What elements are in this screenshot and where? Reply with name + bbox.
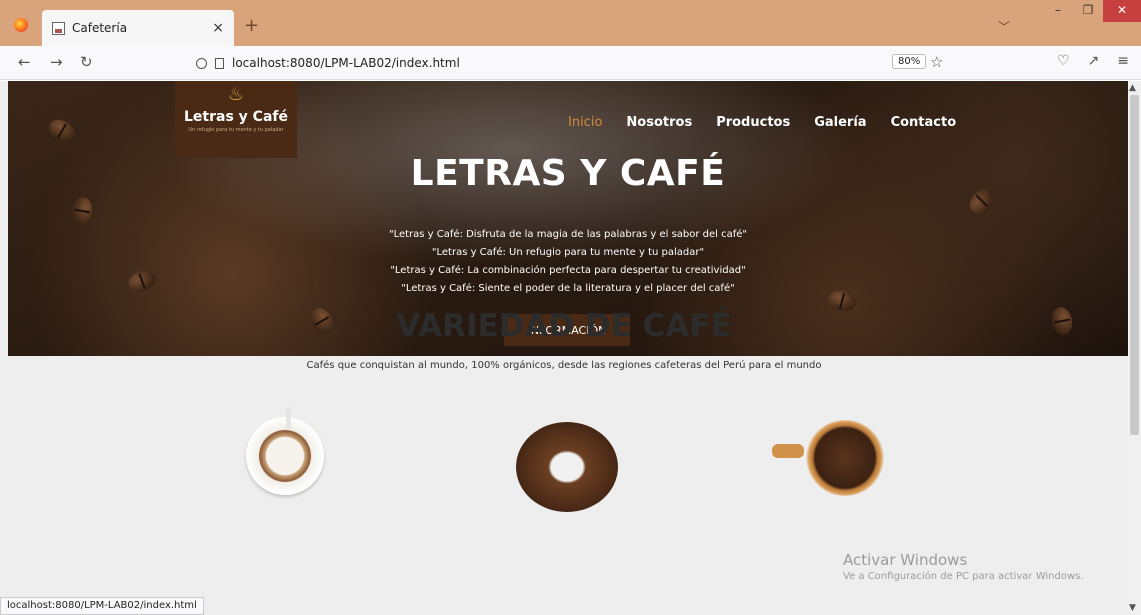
close-window-icon[interactable]: ✕ bbox=[1103, 0, 1141, 22]
logo-name: Letras y Café bbox=[184, 109, 288, 125]
hero-quotes: "Letras y Café: Disfruta de la magia de … bbox=[8, 226, 1128, 298]
bookmark-star-icon[interactable]: ☆ bbox=[930, 53, 943, 71]
restore-icon[interactable]: ❐ bbox=[1073, 0, 1103, 22]
browser-tab[interactable]: Cafetería × bbox=[42, 10, 234, 46]
coffee-beans-cup-image bbox=[516, 422, 618, 512]
new-tab-button[interactable]: + bbox=[244, 15, 259, 36]
main-menu: Inicio Nosotros Productos Galería Contac… bbox=[568, 115, 956, 130]
coffee-bean-decoration bbox=[69, 195, 95, 227]
mug-with-beans-image bbox=[772, 420, 884, 496]
cappuccino-image bbox=[246, 407, 324, 495]
status-bar-url: localhost:8080/LPM-LAB02/index.html bbox=[0, 597, 204, 615]
list-all-tabs-icon[interactable]: ﹀ bbox=[998, 18, 1010, 35]
window-controls: – ❐ ✕ bbox=[1043, 0, 1141, 22]
menu-item-contacto[interactable]: Contacto bbox=[891, 115, 957, 130]
page-info-icon[interactable] bbox=[215, 57, 224, 69]
menu-hamburger-icon[interactable]: ≡ bbox=[1117, 53, 1129, 69]
hero-title: LETRAS Y CAFÉ bbox=[410, 153, 726, 194]
menu-item-galeria[interactable]: Galería bbox=[814, 115, 866, 130]
quote-line: "Letras y Café: Siente el poder de la li… bbox=[401, 283, 735, 294]
forward-icon[interactable]: → bbox=[50, 53, 63, 71]
scroll-down-icon[interactable]: ▼ bbox=[1129, 603, 1136, 613]
coffee-bean-decoration bbox=[44, 115, 80, 147]
site-logo[interactable]: ♨ Letras y Café Un refugio para tu mente… bbox=[175, 81, 297, 158]
menu-item-nosotros[interactable]: Nosotros bbox=[626, 115, 692, 130]
logo-tagline: Un refugio para tu mente y tu paladar bbox=[188, 127, 284, 133]
scrollbar-thumb[interactable] bbox=[1130, 95, 1139, 435]
tracking-protection-icon[interactable] bbox=[196, 57, 207, 69]
windows-activation-watermark: Activar Windows bbox=[843, 551, 968, 569]
menu-item-inicio[interactable]: Inicio bbox=[568, 115, 602, 130]
address-bar[interactable]: localhost:8080/LPM-LAB02/index.html bbox=[196, 51, 956, 75]
scroll-up-icon[interactable]: ▲ bbox=[1129, 83, 1136, 93]
favicon-icon bbox=[52, 21, 65, 35]
page-viewport: ♨ Letras y Café Un refugio para tu mente… bbox=[0, 81, 1128, 615]
section-title: VARIEDAD DE CAFÉ bbox=[396, 308, 732, 344]
zoom-indicator[interactable]: 80% bbox=[892, 54, 927, 69]
url-text[interactable]: localhost:8080/LPM-LAB02/index.html bbox=[232, 56, 460, 70]
tab-close-icon[interactable]: × bbox=[212, 20, 224, 36]
firefox-logo-icon[interactable] bbox=[14, 18, 28, 32]
quote-line: "Letras y Café: La combinación perfecta … bbox=[390, 265, 746, 276]
tab-title: Cafetería bbox=[72, 21, 128, 35]
windows-activation-hint: Ve a Configuración de PC para activar Wi… bbox=[843, 571, 1084, 582]
navigation-toolbar: ← → ↻ localhost:8080/LPM-LAB02/index.htm… bbox=[0, 46, 1141, 80]
share-icon[interactable]: ↗ bbox=[1088, 53, 1100, 69]
minimize-icon[interactable]: – bbox=[1043, 0, 1073, 22]
quote-line: "Letras y Café: Un refugio para tu mente… bbox=[431, 247, 705, 258]
quote-line: "Letras y Café: Disfruta de la magia de … bbox=[388, 229, 748, 240]
back-icon[interactable]: ← bbox=[18, 53, 31, 71]
page-scrollbar[interactable]: ▲ ▼ bbox=[1128, 81, 1141, 615]
pocket-icon[interactable]: ♡ bbox=[1057, 53, 1070, 69]
reload-icon[interactable]: ↻ bbox=[80, 53, 93, 71]
toolbar-right: ♡ ↗ ≡ bbox=[1057, 53, 1129, 69]
section-subtitle: Cafés que conquistan al mundo, 100% orgá… bbox=[306, 360, 822, 371]
coffee-cup-icon: ♨ bbox=[227, 84, 245, 105]
browser-titlebar: Cafetería × + ﹀ – ❐ ✕ bbox=[0, 0, 1141, 46]
menu-item-productos[interactable]: Productos bbox=[716, 115, 790, 130]
